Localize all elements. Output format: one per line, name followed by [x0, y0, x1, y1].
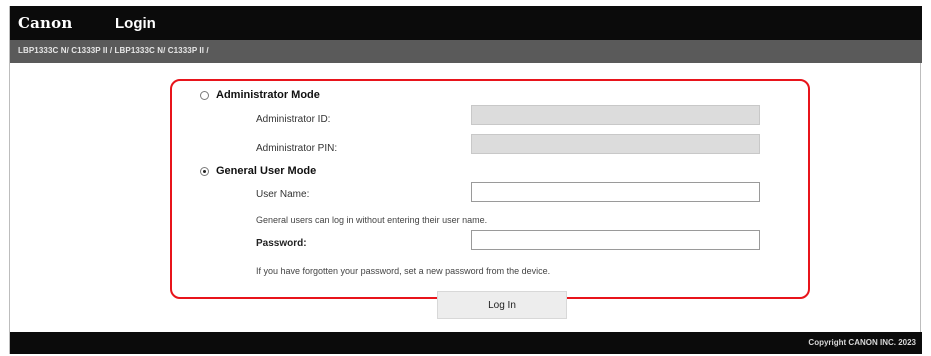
user-mode-radio[interactable] [200, 166, 209, 176]
page: Canon Login LBP1333C N/ C1333P II / LBP1… [0, 0, 931, 356]
device-bar: LBP1333C N/ C1333P II / LBP1333C N/ C133… [10, 40, 922, 63]
admin-mode-option[interactable]: Administrator Mode [200, 89, 320, 101]
footer-bar: Copyright CANON INC. 2023 [10, 332, 922, 354]
username-note: General users can log in without enterin… [256, 215, 488, 225]
admin-id-label: Administrator ID: [256, 114, 331, 125]
user-mode-option[interactable]: General User Mode [200, 165, 316, 177]
user-mode-label: General User Mode [216, 165, 317, 177]
device-name: LBP1333C N/ C1333P II / LBP1333C N/ C133… [18, 46, 209, 55]
canon-logo: Canon [18, 14, 73, 32]
password-input[interactable] [471, 230, 760, 250]
copyright-text: Copyright CANON INC. 2023 [808, 338, 916, 347]
header-bar: Canon Login [10, 6, 922, 40]
login-button[interactable]: Log In [437, 291, 567, 319]
page-title: Login [115, 15, 156, 32]
admin-pin-label: Administrator PIN: [256, 143, 338, 154]
username-label: User Name: [256, 189, 310, 200]
password-label: Password: [256, 238, 307, 249]
admin-mode-radio[interactable] [200, 90, 209, 100]
login-form: Administrator Mode Administrator ID: Adm… [170, 79, 810, 299]
admin-id-field[interactable] [471, 105, 760, 125]
username-input[interactable] [471, 182, 760, 202]
admin-pin-field[interactable] [471, 134, 760, 154]
admin-mode-label: Administrator Mode [216, 89, 320, 101]
login-window: Canon Login LBP1333C N/ C1333P II / LBP1… [9, 6, 922, 354]
password-note: If you have forgotten your password, set… [256, 266, 551, 276]
